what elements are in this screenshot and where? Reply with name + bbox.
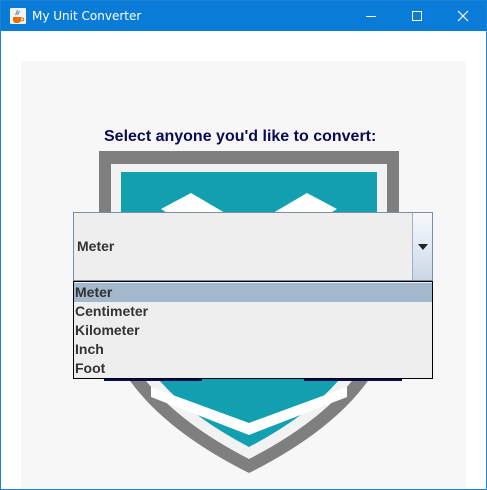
chevron-down-icon [418,244,428,250]
minimize-icon [366,16,376,17]
option-foot[interactable]: Foot [74,359,432,378]
minimize-button[interactable] [348,1,394,31]
unit-select-value: Meter [77,238,115,254]
unit-select[interactable]: Meter [73,212,433,281]
app-window: My Unit Converter Select anyone you'd li… [0,0,487,490]
option-kilometer[interactable]: Kilometer [74,321,432,340]
option-centimeter[interactable]: Centimeter [74,302,432,321]
title-bar[interactable]: My Unit Converter [1,1,486,31]
window-title: My Unit Converter [32,9,142,23]
convert-prompt-label: Select anyone you'd like to convert: [104,128,377,145]
close-icon [457,10,469,22]
maximize-button[interactable] [394,1,440,31]
close-button[interactable] [440,1,486,31]
content-panel: Select anyone you'd like to convert: Met… [1,31,486,489]
maximize-icon [412,11,422,21]
option-meter[interactable]: Meter [74,283,432,302]
dropdown-arrow-button[interactable] [412,213,432,280]
unit-options-list: Meter Centimeter Kilometer Inch Foot [73,281,433,379]
java-cup-icon [10,8,26,24]
option-inch[interactable]: Inch [74,340,432,359]
